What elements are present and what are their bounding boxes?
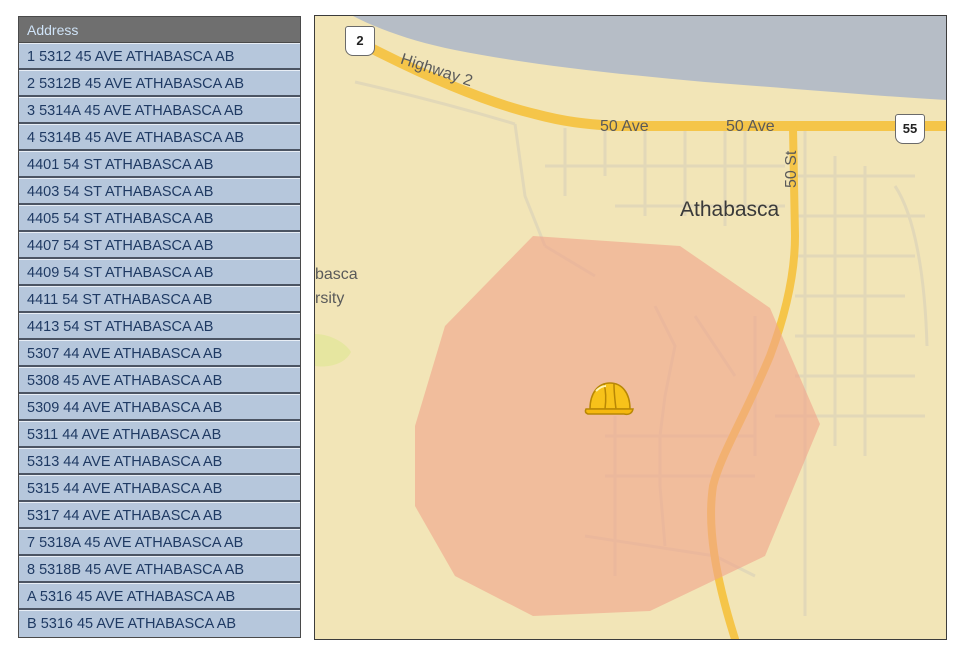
address-row[interactable]: 4401 54 ST ATHABASCA AB <box>19 151 300 178</box>
address-row[interactable]: 4409 54 ST ATHABASCA AB <box>19 259 300 286</box>
address-row[interactable]: 8 5318B 45 AVE ATHABASCA AB <box>19 556 300 583</box>
address-row[interactable]: 5311 44 AVE ATHABASCA AB <box>19 421 300 448</box>
address-row[interactable]: 4411 54 ST ATHABASCA AB <box>19 286 300 313</box>
50-ave-label-west: 50 Ave <box>600 118 649 135</box>
partial-place-label-2: rsity <box>315 290 345 307</box>
address-row[interactable]: 4407 54 ST ATHABASCA AB <box>19 232 300 259</box>
address-row[interactable]: 5308 45 AVE ATHABASCA AB <box>19 367 300 394</box>
address-row[interactable]: 5309 44 AVE ATHABASCA AB <box>19 394 300 421</box>
city-label-athabasca[interactable]: Athabasca <box>680 198 779 222</box>
map-canvas <box>315 16 946 639</box>
address-row[interactable]: 2 5312B 45 AVE ATHABASCA AB <box>19 70 300 97</box>
address-row[interactable]: 4413 54 ST ATHABASCA AB <box>19 313 300 340</box>
address-row[interactable]: 5313 44 AVE ATHABASCA AB <box>19 448 300 475</box>
address-rows: 1 5312 45 AVE ATHABASCA AB 2 5312B 45 AVE… <box>19 43 300 637</box>
partial-place-label-1: basca <box>315 266 358 283</box>
highway-55-shield: 55 <box>895 114 925 144</box>
address-row[interactable]: 4 5314B 45 AVE ATHABASCA AB <box>19 124 300 151</box>
address-row[interactable]: 5315 44 AVE ATHABASCA AB <box>19 475 300 502</box>
address-row[interactable]: 4405 54 ST ATHABASCA AB <box>19 205 300 232</box>
address-table: Address 1 5312 45 AVE ATHABASCA AB 2 5312… <box>18 16 301 638</box>
address-row[interactable]: 4403 54 ST ATHABASCA AB <box>19 178 300 205</box>
address-row[interactable]: 3 5314A 45 AVE ATHABASCA AB <box>19 97 300 124</box>
address-row[interactable]: B 5316 45 AVE ATHABASCA AB <box>19 610 300 637</box>
50-st-label: 50 St <box>783 150 800 188</box>
address-row[interactable]: 1 5312 45 AVE ATHABASCA AB <box>19 43 300 70</box>
address-row[interactable]: A 5316 45 AVE ATHABASCA AB <box>19 583 300 610</box>
address-column-header[interactable]: Address <box>19 17 300 43</box>
address-row[interactable]: 7 5318A 45 AVE ATHABASCA AB <box>19 529 300 556</box>
address-row[interactable]: 5307 44 AVE ATHABASCA AB <box>19 340 300 367</box>
map-view[interactable]: Highway 2 50 Ave 50 Ave 50 St Athabasca … <box>314 15 947 640</box>
address-row[interactable]: 5317 44 AVE ATHABASCA AB <box>19 502 300 529</box>
50-ave-label-east: 50 Ave <box>726 118 775 135</box>
hard-hat-icon[interactable] <box>584 379 634 419</box>
highway-2-shield: 2 <box>345 26 375 56</box>
